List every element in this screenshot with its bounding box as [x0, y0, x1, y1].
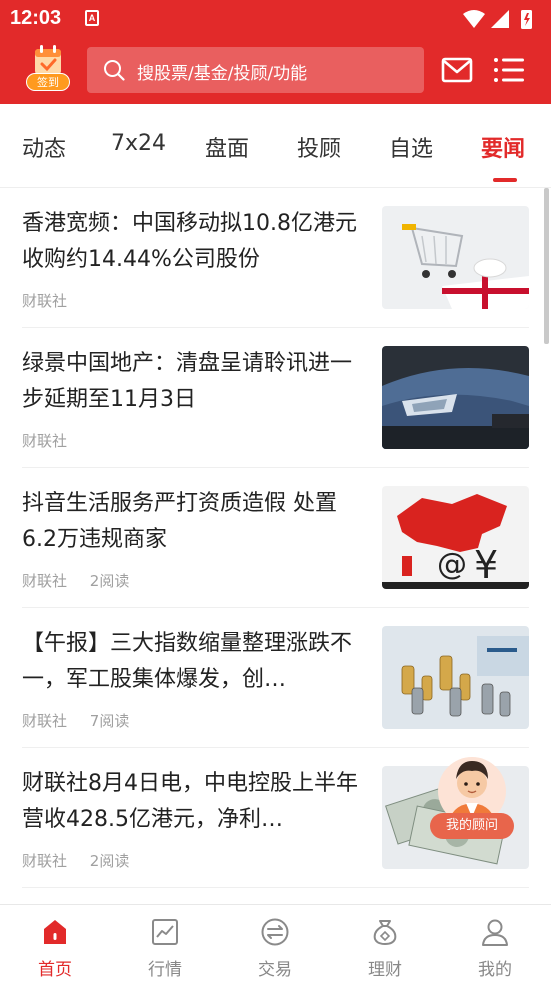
app-notification-icon: A [85, 10, 99, 26]
news-title: 财联社8月4日电，中电控股上半年营收428.5亿港元，净利… [22, 771, 358, 832]
news-tabs: 动态 7x24 盘面 投顾 自选 要闻 [0, 104, 551, 188]
news-source: 财联社 [22, 432, 68, 450]
news-title: 抖音生活服务严打资质造假 处置6.2万违规商家 [22, 491, 337, 552]
nav-home[interactable]: 首页 [0, 905, 110, 981]
news-reads: 2阅读 [89, 852, 130, 870]
tab-dynamic[interactable]: 动态 [22, 131, 66, 163]
my-advisor-button[interactable]: 我的顾问 [430, 747, 514, 845]
news-item[interactable]: 香港宽频：中国移动拟10.8亿港元收购约14.44%公司股份 财联社 [22, 188, 529, 328]
car-headlight-image [382, 346, 529, 449]
svg-text:@: @ [437, 547, 467, 582]
user-icon [482, 919, 508, 946]
nav-mine-label: 我的 [478, 960, 512, 980]
chess-pieces-image [382, 626, 529, 729]
advisor-label: 我的顾问 [430, 813, 514, 839]
news-meta: 财联社 7阅读 [22, 710, 147, 731]
svg-text:¥: ¥ [474, 543, 498, 587]
search-placeholder: 搜股票/基金/投顾/功能 [137, 64, 308, 84]
signin-button[interactable]: 签到 [26, 45, 70, 93]
tab-advisor[interactable]: 投顾 [297, 131, 341, 163]
tab-7x24[interactable]: 7x24 [111, 131, 166, 156]
system-status-icons [463, 10, 532, 29]
news-source: 财联社 [22, 852, 68, 870]
news-source: 财联社 [22, 292, 68, 310]
home-icon [44, 920, 66, 944]
shopping-cart-gift-image [382, 206, 529, 309]
news-item[interactable]: 抖音生活服务严打资质造假 处置6.2万违规商家 财联社 2阅读 @ ¥ [22, 468, 529, 608]
news-item[interactable]: 绿景中国地产：清盘呈请聆讯进一步延期至11月3日 财联社 [22, 328, 529, 468]
nav-mine[interactable]: 我的 [440, 905, 550, 981]
nav-trade[interactable]: 交易 [220, 905, 330, 981]
nav-wealth-label: 理财 [368, 960, 402, 980]
search-bar[interactable]: 搜股票/基金/投顾/功能 [87, 47, 424, 93]
news-reads: 7阅读 [89, 712, 130, 730]
news-title: 【午报】三大指数缩量整理涨跌不一，军工股集体爆发，创… [22, 631, 353, 692]
app-header: 12:03 A 签到 搜股票/基金/投顾/功能 [0, 0, 551, 104]
tab-watchlist[interactable]: 自选 [389, 131, 433, 163]
tab-headlines[interactable]: 要闻 [481, 131, 525, 163]
active-tab-indicator [493, 178, 517, 182]
news-reads: 2阅读 [89, 572, 130, 590]
news-title: 绿景中国地产：清盘呈请聆讯进一步延期至11月3日 [22, 351, 353, 412]
news-meta: 财联社 2阅读 [22, 850, 147, 871]
money-bag-icon [373, 920, 397, 946]
news-meta: 财联社 2阅读 [22, 570, 147, 591]
news-title: 香港宽频：中国移动拟10.8亿港元收购约14.44%公司股份 [22, 211, 357, 272]
status-time: 12:03 [10, 7, 62, 29]
tab-market[interactable]: 盘面 [205, 131, 249, 163]
nav-home-label: 首页 [38, 960, 72, 980]
scrollbar[interactable] [544, 188, 549, 344]
bottom-navigation: 首页 行情 交易 理财 我的 [0, 904, 551, 981]
news-source: 财联社 [22, 712, 68, 730]
news-meta: 财联社 [22, 430, 85, 451]
signin-label: 签到 [26, 73, 70, 91]
status-bar: 12:03 A [0, 0, 551, 38]
news-meta: 财联社 [22, 290, 85, 311]
nav-market-label: 行情 [148, 960, 182, 980]
mail-icon[interactable] [441, 56, 473, 84]
news-item[interactable]: 【午报】三大指数缩量整理涨跌不一，军工股集体爆发，创… 财联社 7阅读 [22, 608, 529, 748]
news-source: 财联社 [22, 572, 68, 590]
exchange-icon [261, 918, 289, 946]
china-map-ecommerce-image: @ ¥ [382, 486, 529, 589]
nav-wealth[interactable]: 理财 [330, 905, 440, 981]
menu-list-icon[interactable] [493, 56, 525, 84]
chart-icon [152, 919, 178, 945]
nav-trade-label: 交易 [258, 960, 292, 980]
search-icon [104, 60, 125, 81]
nav-market[interactable]: 行情 [110, 905, 220, 981]
